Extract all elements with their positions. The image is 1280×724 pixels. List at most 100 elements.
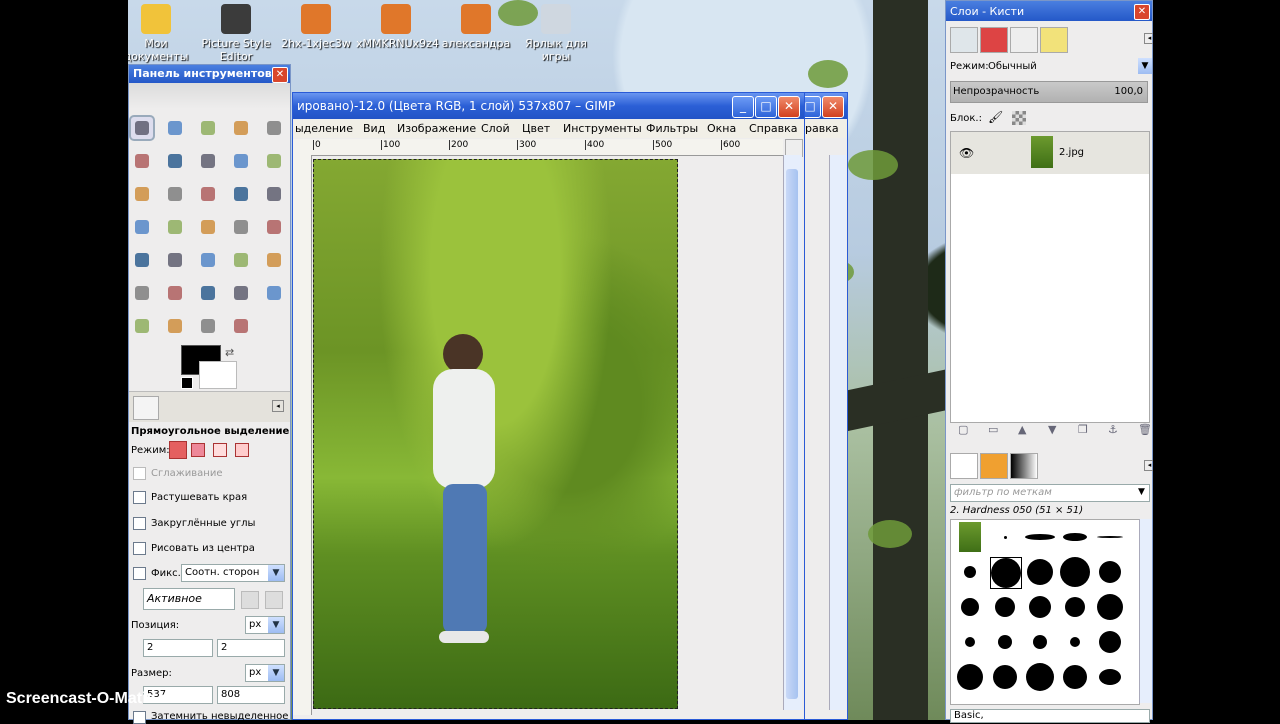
clone-icon[interactable] <box>230 282 252 304</box>
lock-pixels-icon[interactable]: 🖌 <box>988 110 1003 124</box>
menu-item[interactable]: Окна <box>707 122 736 135</box>
color-picker-icon[interactable] <box>230 150 252 172</box>
close-icon[interactable]: ✕ <box>1134 4 1150 20</box>
pencil-icon[interactable] <box>230 249 252 271</box>
maximize-icon[interactable]: □ <box>755 96 777 118</box>
second-window-titlebar[interactable]: □ ✕ <box>805 93 847 119</box>
brush-preset[interactable] <box>955 557 985 587</box>
size-h-field[interactable]: 808 <box>217 686 285 704</box>
desktop-icon-picture-style-editor[interactable]: Picture Style Editor <box>196 4 276 63</box>
position-y-field[interactable]: 2 <box>217 639 285 657</box>
blur-icon[interactable] <box>164 315 186 337</box>
foreground-select-icon[interactable] <box>164 150 186 172</box>
brushes-tab-icon[interactable] <box>950 453 978 479</box>
brush-preset[interactable] <box>1025 662 1055 692</box>
move-icon[interactable] <box>164 183 186 205</box>
brush-preset[interactable] <box>955 662 985 692</box>
brush-preset[interactable] <box>990 662 1020 692</box>
menu-item-help[interactable]: равка <box>805 122 839 135</box>
brush-preset[interactable] <box>1095 522 1125 552</box>
fixed-checkbox[interactable] <box>133 567 146 580</box>
lower-layer-icon[interactable]: ▼ <box>1048 423 1056 436</box>
brush-preset[interactable] <box>1060 557 1090 587</box>
heal-icon[interactable] <box>263 282 285 304</box>
menu-item[interactable]: Слой <box>481 122 510 135</box>
size-unit-combo[interactable]: px ▼ <box>245 664 285 682</box>
feather-checkbox[interactable] <box>133 491 146 504</box>
position-x-field[interactable]: 2 <box>143 639 213 657</box>
layer-row[interactable]: 👁 2.jpg <box>951 132 1149 174</box>
default-colors-icon[interactable] <box>181 377 193 389</box>
desktop-icon-games-shortcut[interactable]: Ярлык для игры <box>516 4 596 63</box>
background-color-swatch[interactable] <box>199 361 237 389</box>
ink-icon[interactable] <box>197 282 219 304</box>
brush-preset[interactable] <box>1060 627 1090 657</box>
brush-preset[interactable] <box>990 557 1022 589</box>
brush-preset[interactable] <box>990 627 1020 657</box>
airbrush-icon[interactable] <box>164 282 186 304</box>
paths-icon[interactable] <box>197 150 219 172</box>
rect-select-icon[interactable] <box>131 117 153 139</box>
brush-preset[interactable] <box>955 592 985 622</box>
close-icon[interactable]: ✕ <box>272 67 288 83</box>
color-select-icon[interactable] <box>263 117 285 139</box>
undo-history-tab-icon[interactable] <box>1040 27 1068 53</box>
dodge-burn-icon[interactable] <box>230 315 252 337</box>
mode-add-icon[interactable] <box>191 443 205 457</box>
menu-item[interactable]: Справка <box>749 122 797 135</box>
raise-layer-icon[interactable]: ▲ <box>1018 423 1026 436</box>
brush-preset[interactable] <box>1095 592 1125 622</box>
image-window-titlebar[interactable]: ировано)-12.0 (Цвета RGB, 1 слой) 537x80… <box>293 93 804 119</box>
minimize-icon[interactable]: _ <box>732 96 754 118</box>
brush-tag-field[interactable]: Basic, <box>950 709 1150 723</box>
measure-icon[interactable] <box>131 183 153 205</box>
mode-subtract-icon[interactable] <box>213 443 227 457</box>
patterns-tab-icon[interactable] <box>980 453 1008 479</box>
brush-preset[interactable] <box>1025 592 1055 622</box>
paths-tab-icon[interactable] <box>1010 27 1038 53</box>
swap-colors-icon[interactable]: ⇄ <box>225 346 234 359</box>
menu-item[interactable]: ыделение <box>295 122 353 135</box>
mode-replace-icon[interactable] <box>169 441 187 459</box>
swap-field-icon[interactable] <box>241 591 259 609</box>
brush-preset[interactable] <box>1095 557 1125 587</box>
gradients-tab-icon[interactable] <box>1010 453 1038 479</box>
text-icon[interactable] <box>131 249 153 271</box>
new-value-icon[interactable] <box>265 591 283 609</box>
brush-preset[interactable] <box>1025 522 1055 552</box>
brush-preset[interactable] <box>1060 592 1090 622</box>
active-field[interactable]: Активное <box>143 588 235 610</box>
ellipse-select-icon[interactable] <box>164 117 186 139</box>
delete-layer-icon[interactable]: 🗑 <box>1138 423 1152 436</box>
lock-alpha-icon[interactable] <box>1012 111 1026 125</box>
brush-filter-field[interactable]: фильтр по меткам <box>950 484 1150 502</box>
chevron-down-icon[interactable]: ▼ <box>1138 58 1152 74</box>
vertical-scrollbar[interactable] <box>829 155 846 710</box>
mode-intersect-icon[interactable] <box>235 443 249 457</box>
brush-preset[interactable] <box>990 592 1020 622</box>
duplicate-layer-icon[interactable]: ❐ <box>1078 423 1088 436</box>
menu-item[interactable]: Вид <box>363 122 385 135</box>
zoom-icon[interactable] <box>263 150 285 172</box>
brush-preset[interactable] <box>1025 627 1055 657</box>
menu-item[interactable]: Изображение <box>397 122 476 135</box>
close-icon[interactable]: ✕ <box>778 96 800 118</box>
free-select-icon[interactable] <box>197 117 219 139</box>
desktop-icon-video-1[interactable]: 2hx-1xjec3w <box>276 4 356 50</box>
rotate-icon[interactable] <box>263 183 285 205</box>
dock-titlebar[interactable]: Слои - Кисти ✕ <box>946 1 1152 21</box>
scissors-select-icon[interactable] <box>131 150 153 172</box>
scale-icon[interactable] <box>131 216 153 238</box>
flip-icon[interactable] <box>230 216 252 238</box>
smudge-icon[interactable] <box>197 315 219 337</box>
paintbrush-icon[interactable] <box>263 249 285 271</box>
brush-preset[interactable] <box>1060 522 1090 552</box>
panel-menu-icon[interactable]: ◂ <box>272 400 284 412</box>
menu-item[interactable]: Фильтры <box>646 122 698 135</box>
brush-preset[interactable] <box>1025 557 1055 587</box>
menu-item[interactable]: Цвет <box>522 122 550 135</box>
desktop-icon-video-2[interactable]: xMMKRNUx9z4 <box>356 4 439 50</box>
channels-tab-icon[interactable] <box>980 27 1008 53</box>
fuzzy-select-icon[interactable] <box>230 117 252 139</box>
fixed-combo[interactable]: Соотн. сторон ▼ <box>181 564 285 582</box>
